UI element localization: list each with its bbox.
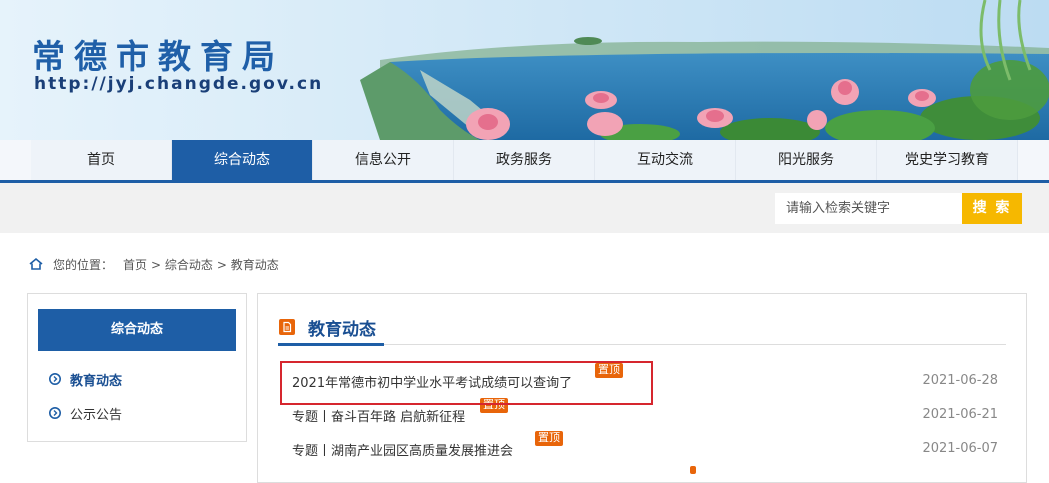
nav-item[interactable]: 阳光服务 bbox=[736, 140, 877, 180]
news-item: 专题丨湖南产业园区高质量发展推进会 置顶 2021-06-07 bbox=[292, 431, 998, 460]
breadcrumb-prefix: 您的位置： bbox=[53, 257, 114, 272]
sidebar-item-education-news[interactable]: 教育动态 bbox=[49, 369, 122, 389]
breadcrumb-education-news[interactable]: > 教育动态 bbox=[217, 256, 279, 273]
news-date: 2021-06-21 bbox=[922, 407, 998, 422]
site-url: http://jyj.changde.gov.cn bbox=[34, 74, 324, 94]
home-icon bbox=[29, 257, 43, 270]
pinned-badge: 置顶 bbox=[535, 431, 563, 446]
main-nav: 首页 综合动态 信息公开 政务服务 互动交流 阳光服务 党史学习教育 bbox=[0, 140, 1049, 183]
site-banner: 常德市教育局 http://jyj.changde.gov.cn bbox=[0, 0, 1049, 140]
nav-item[interactable]: 综合动态 bbox=[172, 140, 313, 180]
circle-arrow-icon bbox=[49, 407, 61, 419]
sidebar: 综合动态 教育动态 公示公告 bbox=[27, 293, 247, 442]
nav-item[interactable]: 信息公开 bbox=[313, 140, 454, 180]
nav-bar: 首页 综合动态 信息公开 政务服务 互动交流 阳光服务 党史学习教育 bbox=[31, 140, 1018, 180]
circle-arrow-icon bbox=[49, 373, 61, 385]
breadcrumb: 您的位置： 首页 > 综合动态 > 教育动态 bbox=[29, 255, 283, 273]
section-divider bbox=[278, 343, 1006, 346]
pinned-badge: 置顶 bbox=[480, 398, 508, 413]
sidebar-item-label: 公示公告 bbox=[70, 407, 123, 423]
site-title[interactable]: 常德市教育局 bbox=[32, 30, 284, 78]
news-item: 2021年常德市初中学业水平考试成绩可以查询了 置顶 2021-06-28 bbox=[292, 363, 998, 392]
content-panel: 教育动态 2021年常德市初中学业水平考试成绩可以查询了 置顶 2021-06-… bbox=[257, 293, 1027, 483]
nav-item[interactable]: 政务服务 bbox=[454, 140, 595, 180]
breadcrumb-general-news[interactable]: > 综合动态 bbox=[151, 256, 213, 273]
nav-item[interactable]: 首页 bbox=[31, 140, 172, 180]
news-item: 专题丨奋斗百年路 启航新征程 置顶 2021-06-21 bbox=[292, 398, 998, 426]
news-title-link[interactable]: 专题丨奋斗百年路 启航新征程 bbox=[292, 406, 465, 425]
pinned-badge-partial bbox=[690, 466, 696, 474]
sidebar-item-announcements[interactable]: 公示公告 bbox=[49, 403, 122, 423]
nav-item[interactable]: 互动交流 bbox=[595, 140, 736, 180]
nav-item[interactable]: 党史学习教育 bbox=[877, 140, 1018, 180]
breadcrumb-home[interactable]: 首页 bbox=[123, 256, 147, 273]
section-title: 教育动态 bbox=[279, 314, 376, 340]
sidebar-item-label: 教育动态 bbox=[70, 373, 123, 389]
section-title-text: 教育动态 bbox=[308, 319, 376, 340]
search-input[interactable] bbox=[775, 193, 963, 224]
sidebar-heading: 综合动态 bbox=[38, 309, 236, 351]
news-date: 2021-06-28 bbox=[922, 373, 998, 388]
pinned-badge: 置顶 bbox=[595, 363, 623, 378]
document-icon bbox=[279, 319, 295, 335]
news-date: 2021-06-07 bbox=[922, 441, 998, 456]
search-bar: 搜 索 bbox=[0, 183, 1049, 233]
search-button[interactable]: 搜 索 bbox=[962, 193, 1022, 224]
news-title-link[interactable]: 2021年常德市初中学业水平考试成绩可以查询了 bbox=[292, 372, 572, 391]
news-title-link[interactable]: 专题丨湖南产业园区高质量发展推进会 bbox=[292, 440, 513, 459]
